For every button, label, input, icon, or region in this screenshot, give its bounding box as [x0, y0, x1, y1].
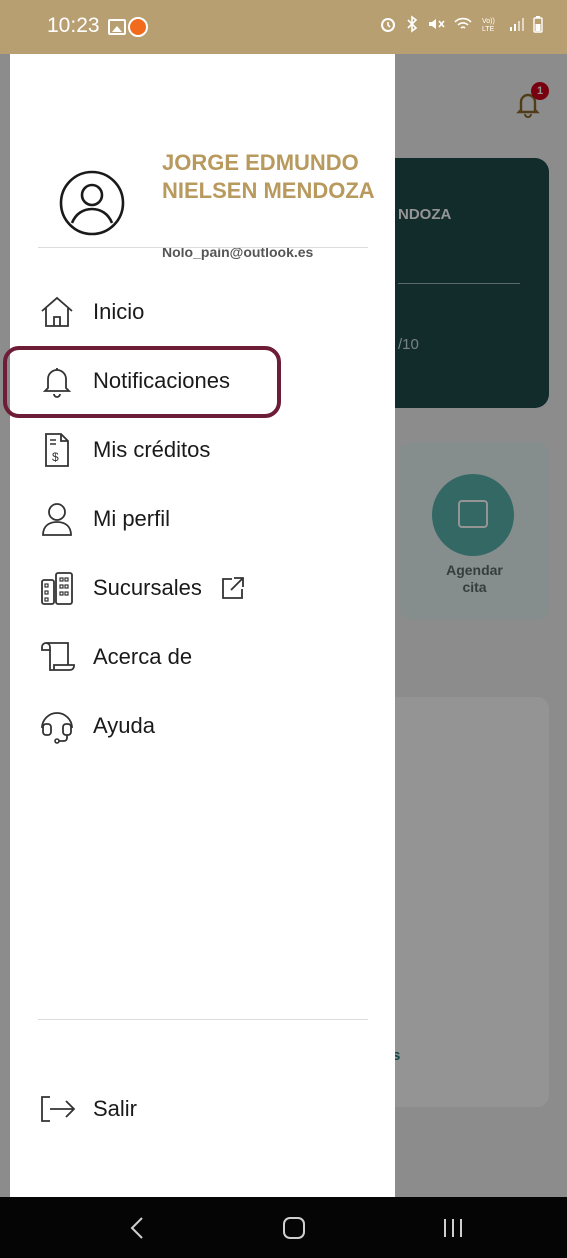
app-notification-icon — [128, 17, 148, 37]
headset-icon — [38, 707, 76, 745]
alarm-icon — [381, 18, 395, 32]
menu-item-ayuda[interactable]: Ayuda — [38, 697, 155, 755]
scroll-icon — [38, 638, 76, 676]
back-icon[interactable] — [128, 1215, 146, 1241]
system-navigation-bar — [0, 1197, 567, 1258]
logout-button[interactable]: Salir — [38, 1080, 137, 1138]
mute-icon — [429, 19, 445, 29]
document-dollar-icon: $ — [38, 431, 76, 469]
status-icons: Vo)) LTE — [379, 15, 543, 33]
svg-text:LTE: LTE — [482, 26, 495, 33]
menu-label-mis-creditos: Mis créditos — [93, 437, 211, 462]
menu-item-mis-creditos[interactable]: $ Mis créditos — [38, 421, 210, 479]
user-name: JORGE EDMUNDO NIELSEN MENDOZA — [162, 150, 375, 203]
logout-label: Salir — [93, 1096, 138, 1121]
volte-icon: Vo))LTE — [482, 18, 495, 33]
menu-label-ayuda: Ayuda — [93, 713, 155, 738]
wifi-icon — [454, 17, 472, 29]
building-icon — [38, 569, 76, 607]
navigation-drawer: JORGE EDMUNDO NIELSEN MENDOZA Nolo_pain@… — [10, 54, 395, 1197]
svg-text:Vo)): Vo)) — [482, 18, 495, 25]
svg-text:$: $ — [52, 450, 59, 464]
menu-label-mi-perfil: Mi perfil — [93, 506, 171, 531]
home-button-icon[interactable] — [283, 1217, 305, 1239]
external-link-icon — [221, 577, 244, 599]
menu-item-sucursales[interactable]: Sucursales — [38, 559, 246, 617]
recent-apps-icon[interactable] — [440, 1215, 466, 1241]
menu-label-acerca-de: Acerca de — [93, 644, 193, 669]
header-divider — [38, 247, 368, 248]
logout-icon — [38, 1090, 76, 1128]
signal-icon — [510, 18, 524, 31]
menu-label-inicio: Inicio — [93, 299, 145, 324]
user-icon — [38, 500, 76, 538]
gallery-notification-icon — [108, 19, 126, 35]
menu-item-acerca-de[interactable]: Acerca de — [38, 628, 192, 686]
menu-item-mi-perfil[interactable]: Mi perfil — [38, 490, 170, 548]
highlight-box — [3, 346, 281, 418]
status-bar: 10:23 Vo)) LTE — [0, 0, 567, 54]
avatar-icon — [59, 170, 125, 236]
home-icon — [38, 293, 76, 331]
menu-item-inicio[interactable]: Inicio — [38, 283, 144, 341]
bluetooth-icon — [407, 15, 418, 33]
battery-icon — [533, 16, 543, 33]
status-time: 10:23 — [47, 14, 100, 37]
menu-label-sucursales: Sucursales — [93, 575, 202, 600]
footer-divider — [38, 1019, 368, 1020]
